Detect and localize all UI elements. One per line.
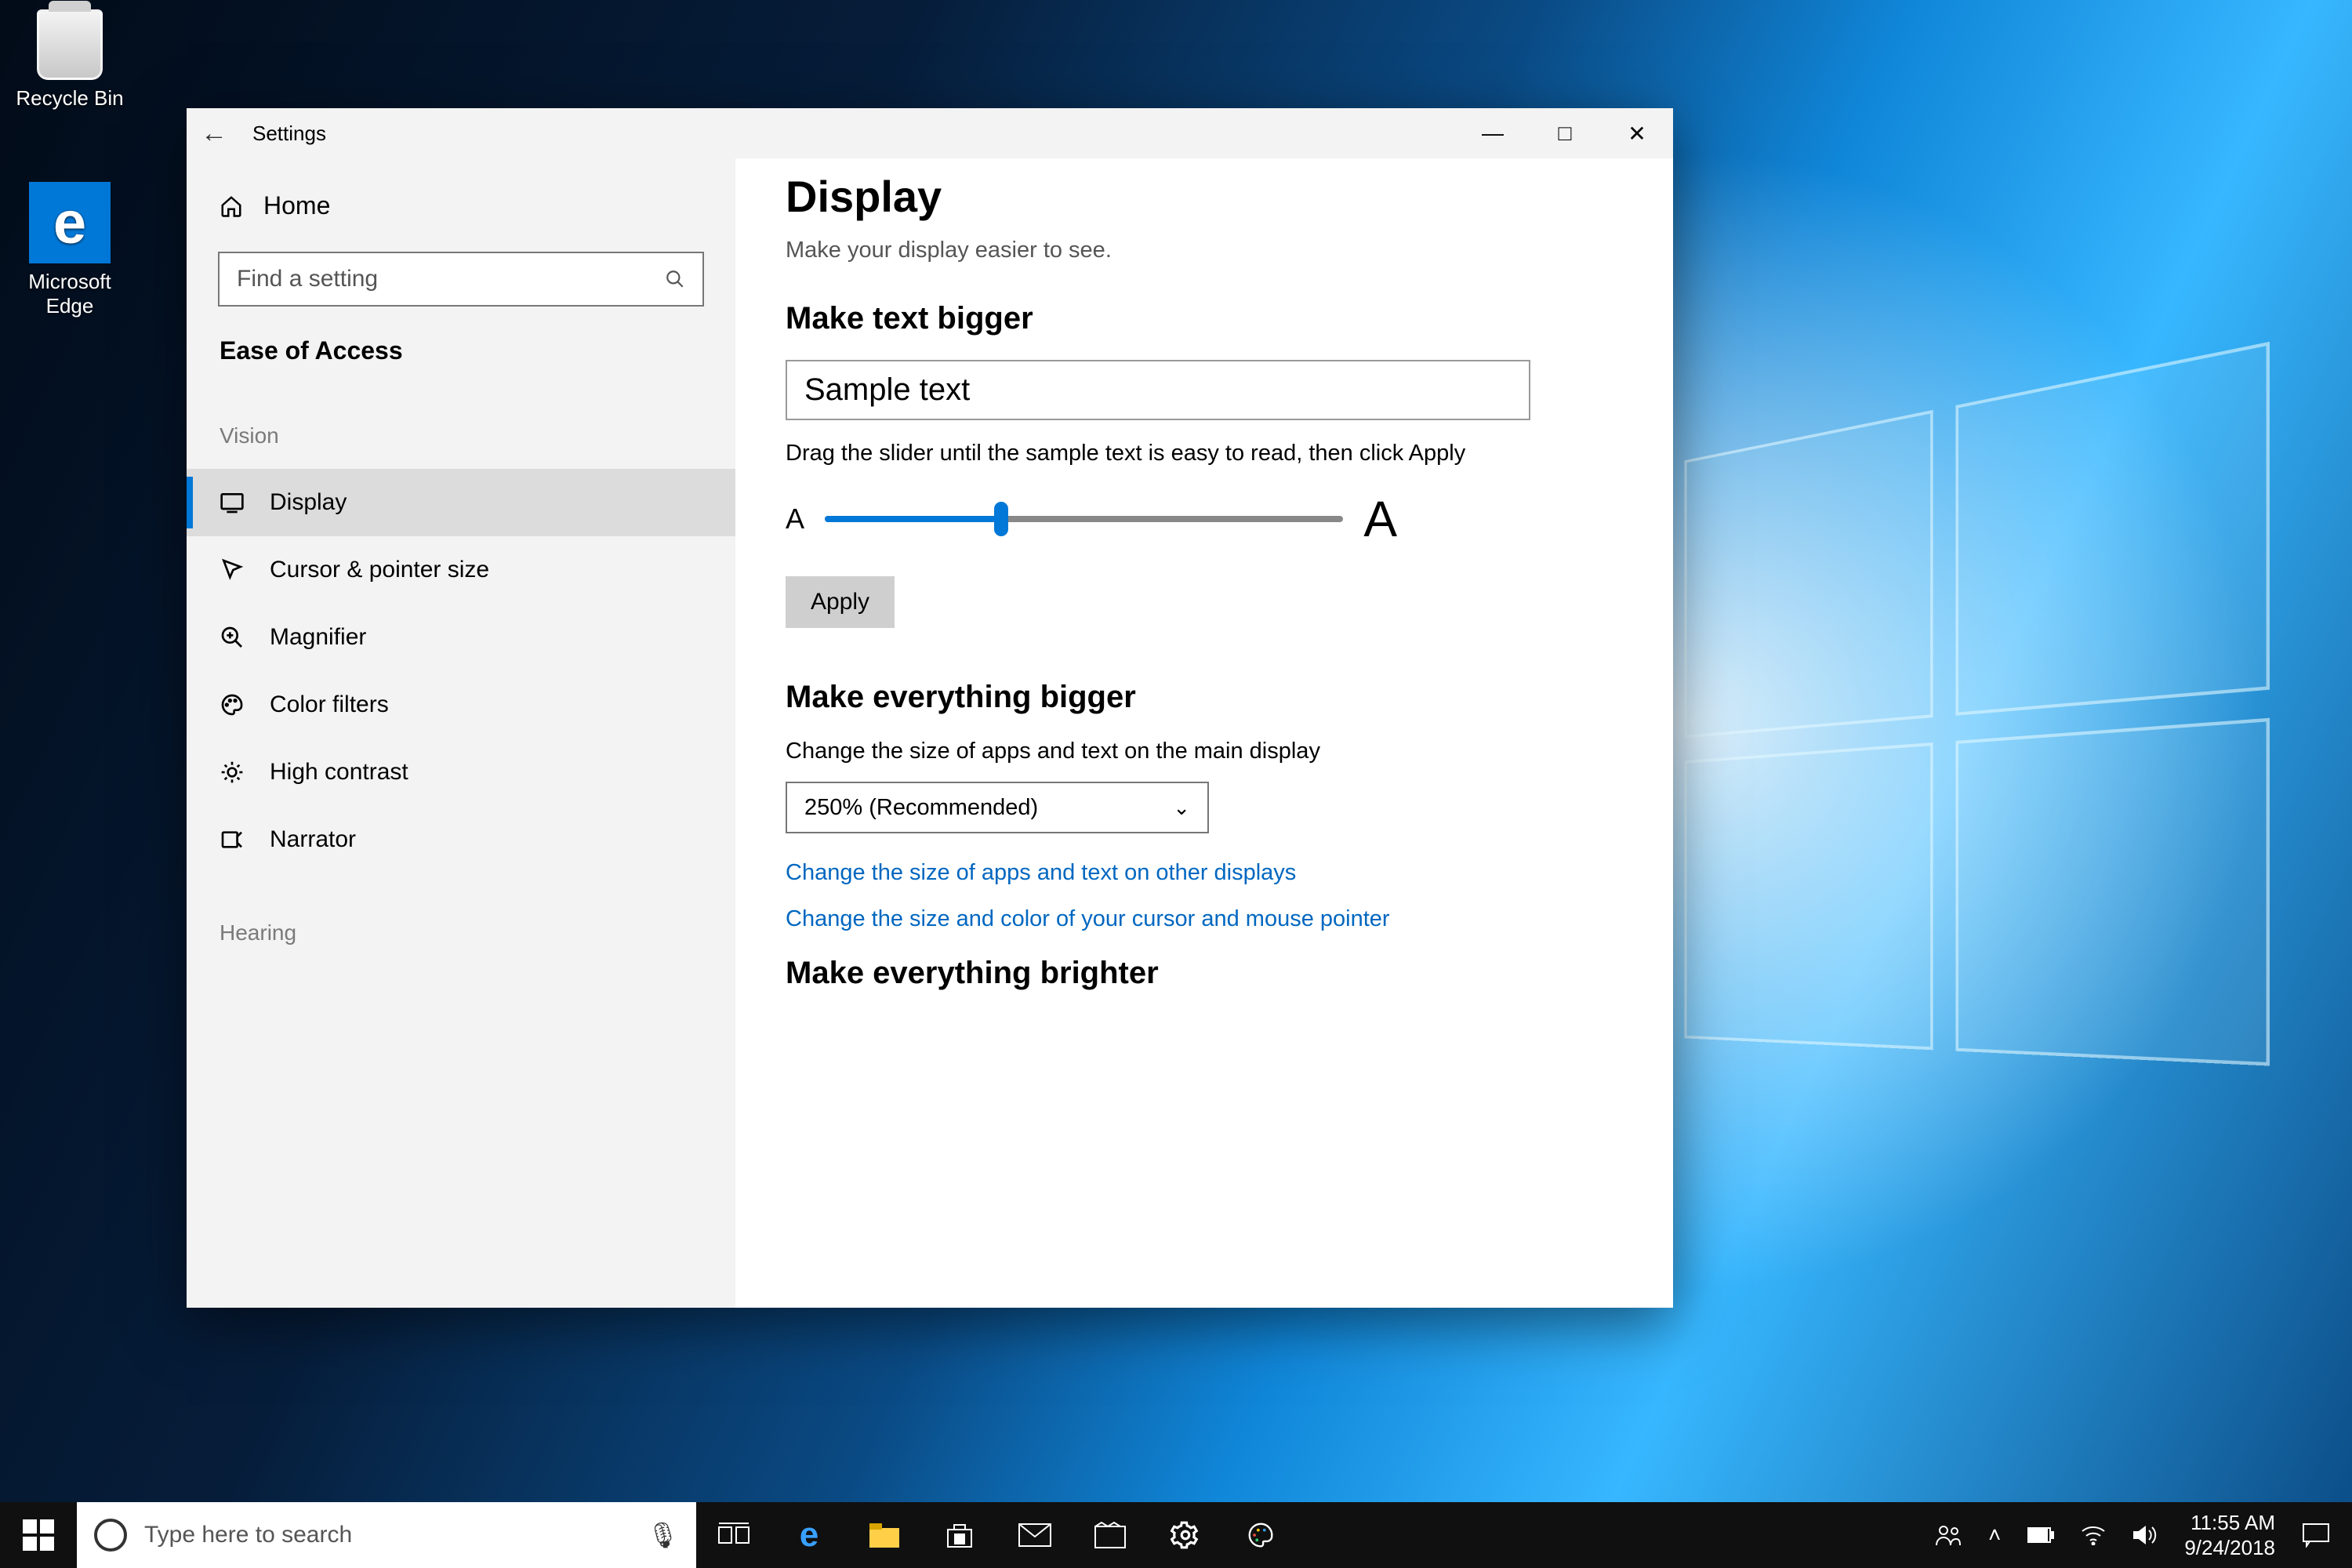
cursor-icon <box>220 557 248 583</box>
slider-hint: Drag the slider until the sample text is… <box>786 441 1623 466</box>
taskbar-paint[interactable] <box>1223 1520 1298 1550</box>
sidebar-home[interactable]: Home <box>187 179 735 233</box>
text-size-slider-row: A A <box>786 490 1397 548</box>
brightness-icon <box>220 760 248 785</box>
tray-people[interactable] <box>1935 1523 1962 1547</box>
tray-date: 9/24/2018 <box>2184 1535 2275 1561</box>
taskbar-settings[interactable] <box>1148 1520 1223 1550</box>
page-title: Display <box>786 171 1623 222</box>
link-other-displays[interactable]: Change the size of apps and text on othe… <box>786 860 1623 886</box>
taskbar-store[interactable] <box>922 1520 997 1550</box>
edge-icon: e <box>29 182 111 263</box>
link-cursor-settings[interactable]: Change the size and color of your cursor… <box>786 906 1623 932</box>
sample-text-box: Sample text <box>786 360 1530 420</box>
text-size-slider[interactable] <box>825 516 1343 522</box>
titlebar[interactable]: ← Settings — □ ✕ <box>187 108 1673 158</box>
desktop-icon-label: Microsoft Edge <box>11 270 129 318</box>
sidebar-item-label: Cursor & pointer size <box>270 557 489 583</box>
taskbar: Type here to search 🎙 e ˄ <box>0 1502 2352 1568</box>
sidebar-home-label: Home <box>263 191 330 220</box>
home-icon <box>220 194 243 218</box>
desktop-icon-recycle-bin[interactable]: Recycle Bin <box>11 9 129 111</box>
settings-content: Display Make your display easier to see.… <box>735 158 1673 1308</box>
taskbar-mail[interactable] <box>997 1523 1073 1547</box>
back-button[interactable]: ← <box>187 118 241 149</box>
palette-icon <box>220 692 248 717</box>
magnifier-icon <box>220 625 248 650</box>
settings-sidebar: Home Find a setting Ease of Access Visio… <box>187 158 735 1308</box>
slider-min-label: A <box>786 503 804 535</box>
scale-dropdown-value: 250% (Recommended) <box>804 795 1038 821</box>
slider-fill <box>825 516 1001 522</box>
sidebar-item-label: High contrast <box>270 759 408 786</box>
sidebar-item-display[interactable]: Display <box>187 469 735 536</box>
section-make-everything-bigger: Make everything bigger <box>786 680 1623 715</box>
tray-battery-icon[interactable] <box>2027 1527 2054 1543</box>
section-make-text-bigger: Make text bigger <box>786 301 1623 336</box>
search-input[interactable]: Find a setting <box>218 252 704 307</box>
section-make-everything-brighter: Make everything brighter <box>786 956 1623 991</box>
sidebar-item-magnifier[interactable]: Magnifier <box>187 604 735 671</box>
recycle-bin-icon <box>37 9 103 80</box>
task-view-button[interactable] <box>696 1523 771 1548</box>
display-icon <box>220 490 248 515</box>
sidebar-item-label: Color filters <box>270 691 389 718</box>
sidebar-item-narrator[interactable]: Narrator <box>187 806 735 873</box>
window-title: Settings <box>252 122 326 146</box>
sidebar-group-hearing: Hearing <box>187 873 735 966</box>
narrator-icon <box>220 827 248 852</box>
search-placeholder: Find a setting <box>237 266 378 292</box>
tray-time: 11:55 AM <box>2184 1510 2275 1536</box>
tray-overflow[interactable]: ˄ <box>1988 1523 2001 1548</box>
taskbar-apps: e <box>696 1502 1298 1568</box>
sidebar-item-label: Narrator <box>270 826 356 853</box>
page-subtitle: Make your display easier to see. <box>786 238 1623 263</box>
sidebar-group-vision: Vision <box>187 408 735 469</box>
tray-action-center[interactable] <box>2302 1523 2330 1548</box>
minimize-button[interactable]: — <box>1457 108 1529 158</box>
sidebar-item-color-filters[interactable]: Color filters <box>187 671 735 739</box>
start-button[interactable] <box>0 1502 77 1568</box>
sidebar-section-title: Ease of Access <box>187 330 735 408</box>
tray-volume-icon[interactable] <box>2132 1524 2158 1546</box>
taskbar-file-explorer[interactable] <box>847 1522 922 1548</box>
close-button[interactable]: ✕ <box>1601 108 1673 158</box>
sidebar-item-label: Display <box>270 489 347 516</box>
sidebar-item-cursor[interactable]: Cursor & pointer size <box>187 536 735 604</box>
desktop-icon-edge[interactable]: e Microsoft Edge <box>11 182 129 318</box>
scale-dropdown[interactable]: 250% (Recommended) ⌄ <box>786 782 1209 833</box>
taskbar-edge[interactable]: e <box>771 1515 847 1555</box>
chevron-down-icon: ⌄ <box>1173 796 1190 820</box>
mic-icon: 🎙 <box>647 1520 679 1550</box>
sidebar-item-label: Magnifier <box>270 624 366 651</box>
wallpaper-windows-logo <box>1685 342 2270 1066</box>
tray-clock[interactable]: 11:55 AM 9/24/2018 <box>2184 1510 2275 1561</box>
search-icon <box>665 269 685 289</box>
sidebar-item-high-contrast[interactable]: High contrast <box>187 739 735 806</box>
windows-logo-icon <box>23 1519 54 1551</box>
taskbar-search[interactable]: Type here to search 🎙 <box>77 1502 696 1568</box>
taskbar-movies[interactable] <box>1073 1522 1148 1548</box>
settings-window: ← Settings — □ ✕ Home Find a setting Eas… <box>187 108 1673 1308</box>
apply-button[interactable]: Apply <box>786 576 895 628</box>
slider-max-label: A <box>1363 490 1397 548</box>
tray-wifi-icon[interactable] <box>2081 1525 2106 1545</box>
desktop-icon-label: Recycle Bin <box>11 86 129 111</box>
system-tray: ˄ 11:55 AM 9/24/2018 <box>1913 1502 2352 1568</box>
scale-description: Change the size of apps and text on the … <box>786 739 1623 764</box>
taskbar-search-placeholder: Type here to search <box>144 1522 352 1548</box>
cortana-icon <box>94 1519 127 1552</box>
slider-thumb[interactable] <box>994 502 1008 536</box>
maximize-button[interactable]: □ <box>1529 108 1601 158</box>
